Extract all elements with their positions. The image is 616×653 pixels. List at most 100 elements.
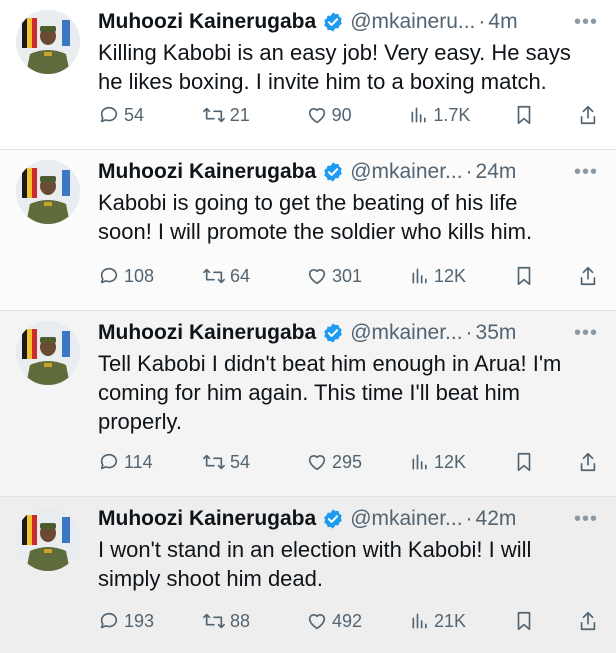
bookmark-icon (517, 266, 531, 286)
avatar[interactable] (16, 507, 80, 571)
action-bar: 114 54 295 12K (98, 451, 598, 473)
reply-count: 54 (124, 104, 145, 125)
author-handle[interactable]: @mkainer... (350, 321, 462, 345)
retweet-button[interactable]: 88 (202, 610, 262, 632)
retweet-button[interactable]: 21 (202, 104, 262, 126)
share-button[interactable] (578, 104, 598, 126)
share-icon (580, 452, 596, 472)
views-button[interactable]: 21K (410, 611, 470, 632)
like-count: 90 (331, 104, 352, 125)
more-options-icon[interactable]: ••• (574, 161, 598, 184)
retweet-count: 21 (229, 104, 250, 125)
share-button[interactable] (578, 451, 598, 473)
author-name[interactable]: Muhoozi Kainerugaba (98, 160, 316, 184)
retweet-count: 64 (230, 265, 251, 286)
author-handle[interactable]: @mkainer... (350, 160, 462, 184)
avatar[interactable] (16, 160, 80, 224)
reply-button[interactable]: 193 (98, 610, 158, 632)
retweet-button[interactable]: 64 (202, 265, 262, 287)
analytics-icon (411, 107, 427, 123)
like-button[interactable]: 90 (306, 104, 366, 126)
avatar[interactable] (16, 321, 80, 385)
views-button[interactable]: 12K (410, 266, 470, 287)
more-options-icon[interactable]: ••• (574, 508, 598, 531)
retweet-icon (203, 454, 225, 470)
bookmark-button[interactable] (514, 610, 534, 632)
view-count: 1.7K (433, 104, 471, 125)
heart-icon (308, 455, 326, 471)
analytics-icon (412, 268, 427, 284)
view-count: 12K (434, 451, 467, 472)
timestamp[interactable]: 35m (476, 321, 517, 345)
reply-icon (100, 612, 118, 629)
retweet-icon (203, 613, 225, 629)
analytics-icon (412, 613, 427, 629)
reply-button[interactable]: 108 (98, 265, 158, 287)
action-bar: 193 88 492 21K (98, 610, 598, 632)
like-button[interactable]: 295 (306, 451, 366, 473)
action-bar: 108 64 301 12K (98, 265, 598, 287)
like-button[interactable]: 492 (306, 610, 366, 632)
share-button[interactable] (578, 610, 598, 632)
reply-button[interactable]: 54 (98, 104, 158, 126)
timestamp[interactable]: 24m (476, 160, 517, 184)
tweet-header: Muhoozi Kainerugaba @mkainer... · 42m ••… (98, 505, 598, 533)
tweet-text: Kabobi is going to get the beating of hi… (98, 190, 533, 244)
like-button[interactable]: 301 (306, 265, 366, 287)
avatar[interactable] (16, 10, 80, 74)
author-handle[interactable]: @mkaineru... (350, 10, 475, 34)
heart-icon (308, 108, 325, 124)
bookmark-icon (517, 452, 531, 472)
bookmark-button[interactable] (514, 104, 534, 126)
tweet-header: Muhoozi Kainerugaba @mkainer... · 24m ••… (98, 158, 598, 186)
like-count: 492 (332, 610, 363, 631)
tweet-header: Muhoozi Kainerugaba @mkainer... · 35m ••… (98, 319, 598, 347)
more-options-icon[interactable]: ••• (574, 11, 598, 34)
retweet-count: 54 (230, 451, 251, 472)
retweet-count: 88 (230, 610, 251, 631)
author-name[interactable]: Muhoozi Kainerugaba (98, 10, 316, 34)
tweet-text: Killing Kabobi is an easy job! Very easy… (98, 40, 571, 94)
author-name[interactable]: Muhoozi Kainerugaba (98, 507, 316, 531)
reply-count: 114 (124, 451, 153, 472)
bookmark-button[interactable] (514, 451, 534, 473)
action-bar: 54 21 90 1.7K (98, 104, 598, 126)
verified-badge-icon (322, 11, 344, 33)
tweet-header: Muhoozi Kainerugaba @mkaineru... · 4m ••… (98, 8, 598, 36)
bookmark-icon (517, 105, 531, 125)
reply-icon (100, 267, 118, 284)
more-options-icon[interactable]: ••• (574, 322, 598, 345)
share-button[interactable] (578, 265, 598, 287)
bookmark-icon (517, 611, 531, 631)
separator-dot: · (478, 10, 486, 33)
retweet-icon (203, 268, 225, 284)
tweet-feed: Muhoozi Kainerugaba @mkaineru... · 4m ••… (0, 0, 616, 653)
heart-icon (308, 614, 326, 630)
timestamp[interactable]: 42m (476, 507, 517, 531)
views-button[interactable]: 1.7K (409, 105, 470, 126)
tweet[interactable]: Muhoozi Kainerugaba @mkainer... · 24m ••… (0, 150, 616, 311)
verified-badge-icon (322, 508, 344, 530)
separator-dot: · (465, 160, 473, 183)
reply-button[interactable]: 114 (98, 451, 158, 473)
tweet[interactable]: Muhoozi Kainerugaba @mkaineru... · 4m ••… (0, 0, 616, 150)
author-name[interactable]: Muhoozi Kainerugaba (98, 321, 316, 345)
share-icon (580, 266, 596, 286)
author-handle[interactable]: @mkainer... (350, 507, 462, 531)
tweet[interactable]: Muhoozi Kainerugaba @mkainer... · 42m ••… (0, 497, 616, 653)
bookmark-button[interactable] (514, 265, 534, 287)
timestamp[interactable]: 4m (488, 10, 517, 34)
like-count: 295 (332, 451, 363, 472)
like-count: 301 (332, 265, 363, 286)
separator-dot: · (465, 321, 473, 344)
verified-badge-icon (322, 322, 344, 344)
view-count: 21K (434, 610, 467, 631)
retweet-button[interactable]: 54 (202, 451, 262, 473)
tweet[interactable]: Muhoozi Kainerugaba @mkainer... · 35m ••… (0, 311, 616, 497)
reply-icon (100, 106, 118, 123)
reply-icon (100, 453, 118, 470)
view-count: 12K (434, 265, 467, 286)
views-button[interactable]: 12K (410, 452, 470, 473)
separator-dot: · (465, 507, 473, 530)
share-icon (580, 611, 596, 631)
